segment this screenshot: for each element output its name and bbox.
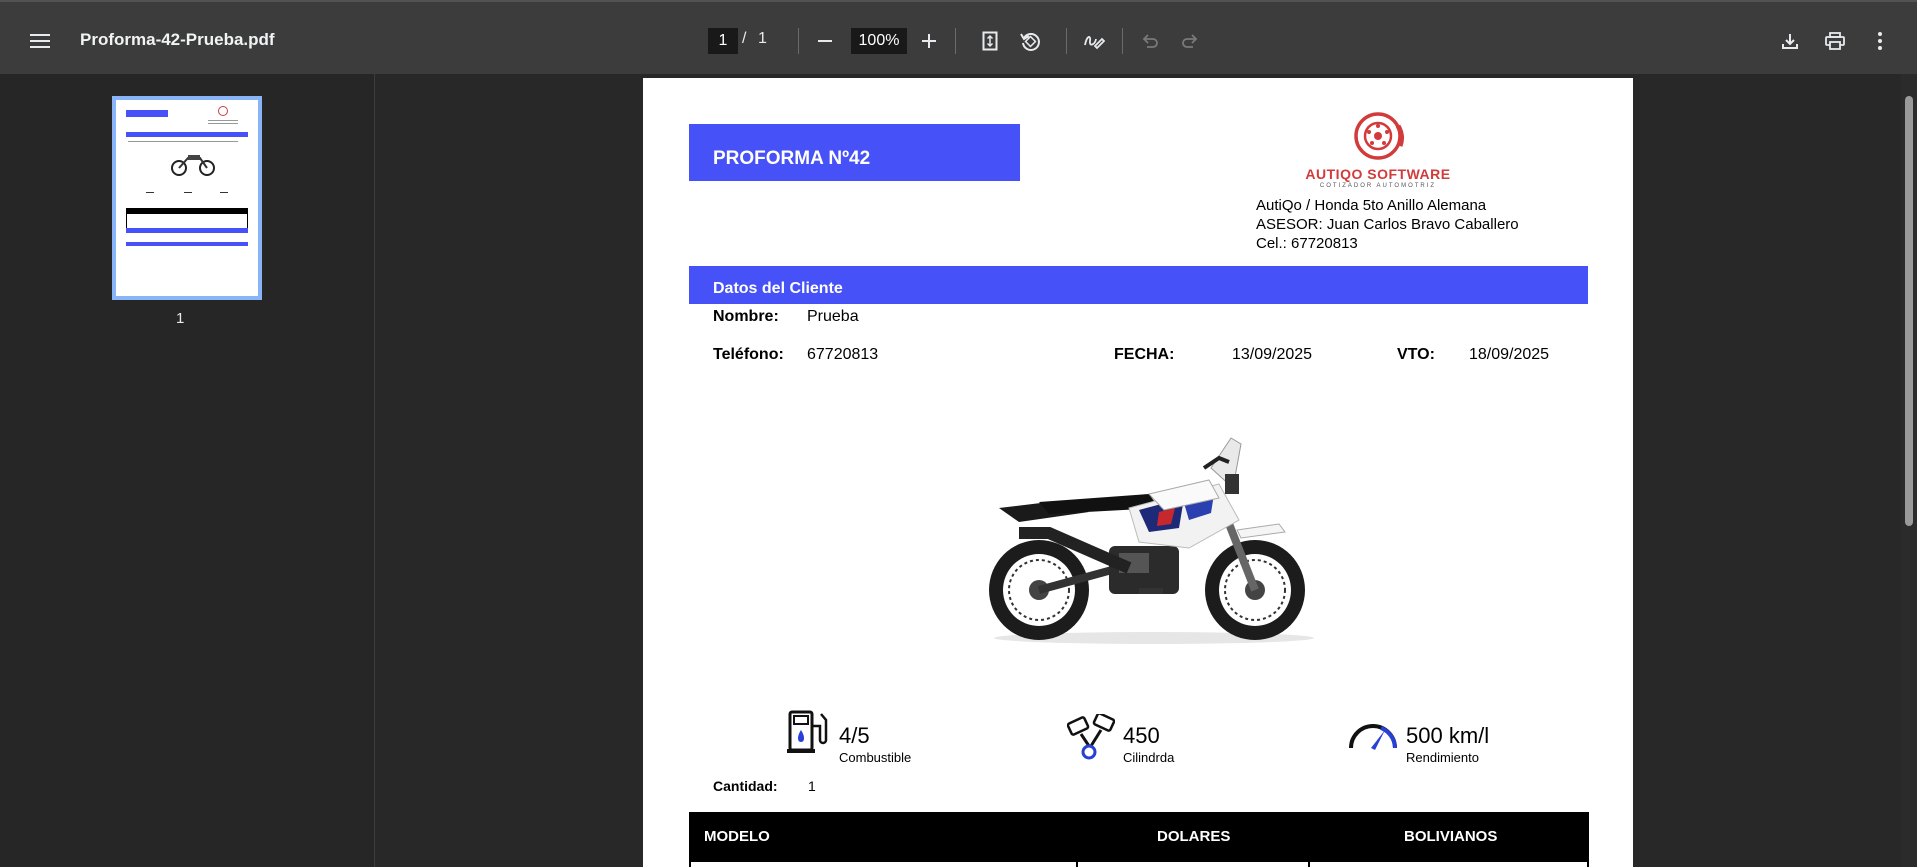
thumb-motorcycle bbox=[170, 150, 216, 176]
client-section-title: Datos del Cliente bbox=[713, 280, 843, 297]
print-icon[interactable] bbox=[1823, 29, 1847, 53]
thumb-line bbox=[184, 192, 192, 193]
company-line: AutiQo / Honda 5to Anillo Alemana bbox=[1256, 197, 1487, 214]
toolbar-divider bbox=[798, 28, 799, 54]
page-number-input[interactable]: 1 bbox=[708, 28, 738, 54]
thumb-line bbox=[220, 192, 228, 193]
document-title: Proforma-42-Prueba.pdf bbox=[80, 30, 275, 49]
name-value: Prueba bbox=[807, 308, 859, 325]
thumb-logo bbox=[218, 106, 228, 116]
scrollbar-thumb[interactable] bbox=[1905, 96, 1913, 526]
advisor-line: ASESOR: Juan Carlos Bravo Caballero bbox=[1256, 216, 1519, 233]
thumb-title-bar bbox=[126, 110, 168, 117]
document-view: PROFORMA Nº42 AUTIQO SOFTWARE COTIZADOR … bbox=[376, 74, 1901, 867]
zoom-out-icon[interactable] bbox=[813, 29, 837, 53]
performance-value: 500 km/l bbox=[1406, 723, 1490, 748]
pdf-toolbar: Proforma-42-Prueba.pdf 1 / 1 100% bbox=[0, 0, 1917, 74]
price-table-header: MODELO DOLARES BOLIVIANOS bbox=[689, 812, 1589, 862]
logo-name: AUTIQO SOFTWARE bbox=[1305, 166, 1451, 182]
pistons-icon bbox=[1067, 714, 1115, 760]
thumbnail-page-number: 1 bbox=[176, 310, 185, 327]
due-date-label: VTO: bbox=[1397, 346, 1435, 363]
fit-page-icon[interactable] bbox=[978, 29, 1002, 53]
thumb-line bbox=[128, 141, 238, 142]
menu-icon[interactable] bbox=[28, 29, 52, 53]
fuel-label: Combustible bbox=[839, 750, 912, 765]
proforma-header: PROFORMA Nº42 bbox=[689, 124, 1020, 181]
company-info: AutiQo / Honda 5to Anillo Alemana ASESOR… bbox=[1256, 196, 1519, 253]
thumb-line bbox=[208, 123, 238, 124]
page-thumbnail[interactable] bbox=[112, 96, 262, 300]
page-separator: / bbox=[742, 30, 747, 47]
zoom-in-icon[interactable] bbox=[917, 29, 941, 53]
column-header-dollars: DOLARES bbox=[1157, 828, 1231, 845]
page-total: 1 bbox=[758, 30, 767, 47]
fuel-value: 4/5 bbox=[839, 723, 870, 748]
due-date-value: 18/09/2025 bbox=[1469, 346, 1550, 363]
performance-label: Rendimiento bbox=[1406, 750, 1479, 765]
rotate-icon[interactable] bbox=[1018, 29, 1042, 53]
motorcycle-image bbox=[989, 437, 1314, 644]
download-icon[interactable] bbox=[1778, 29, 1802, 53]
logo-tagline: COTIZADOR AUTOMOTRIZ bbox=[1319, 183, 1437, 189]
toolbar-divider bbox=[1122, 28, 1123, 54]
name-label: Nombre: bbox=[713, 308, 779, 325]
date-label: FECHA: bbox=[1114, 346, 1175, 363]
table-row bbox=[689, 862, 1589, 867]
annotate-icon[interactable] bbox=[1082, 29, 1106, 53]
undo-icon[interactable] bbox=[1138, 29, 1162, 53]
pdf-page: PROFORMA Nº42 AUTIQO SOFTWARE COTIZADOR … bbox=[643, 78, 1633, 867]
toolbar-divider bbox=[1066, 28, 1067, 54]
client-section-header: Datos del Cliente bbox=[689, 266, 1588, 304]
date-value: 13/09/2025 bbox=[1232, 346, 1313, 363]
cylinder-label: Cilindrda bbox=[1123, 750, 1175, 765]
proforma-title: PROFORMA Nº42 bbox=[713, 148, 871, 169]
thumb-client-bar bbox=[126, 132, 248, 137]
phone-value: 67720813 bbox=[807, 346, 879, 363]
cylinder-value: 450 bbox=[1123, 723, 1160, 748]
thumbnail-sidebar: 1 bbox=[0, 74, 375, 867]
thumb-footer-bar bbox=[126, 242, 248, 246]
column-header-model: MODELO bbox=[704, 828, 770, 845]
fuel-pump-icon bbox=[787, 710, 828, 753]
more-options-icon[interactable] bbox=[1868, 29, 1892, 53]
column-header-bolivianos: BOLIVIANOS bbox=[1404, 828, 1498, 845]
zoom-input[interactable]: 100% bbox=[851, 28, 907, 54]
thumb-total-row bbox=[126, 228, 248, 233]
redo-icon[interactable] bbox=[1178, 29, 1202, 53]
company-logo: AUTIQO SOFTWARE COTIZADOR AUTOMOTRIZ bbox=[1303, 112, 1453, 189]
thumb-line bbox=[146, 192, 154, 193]
quantity-value: 1 bbox=[808, 778, 816, 794]
brake-disc-icon bbox=[1354, 112, 1404, 160]
toolbar-divider bbox=[955, 28, 956, 54]
quantity-label: Cantidad: bbox=[713, 778, 778, 794]
table-column-divider bbox=[1308, 862, 1310, 867]
phone-line: Cel.: 67720813 bbox=[1256, 235, 1358, 252]
vertical-scrollbar[interactable] bbox=[1901, 74, 1917, 867]
table-column-divider bbox=[1076, 862, 1078, 867]
speedometer-icon bbox=[1349, 724, 1397, 750]
phone-label: Teléfono: bbox=[713, 346, 784, 363]
thumb-line bbox=[208, 120, 238, 121]
